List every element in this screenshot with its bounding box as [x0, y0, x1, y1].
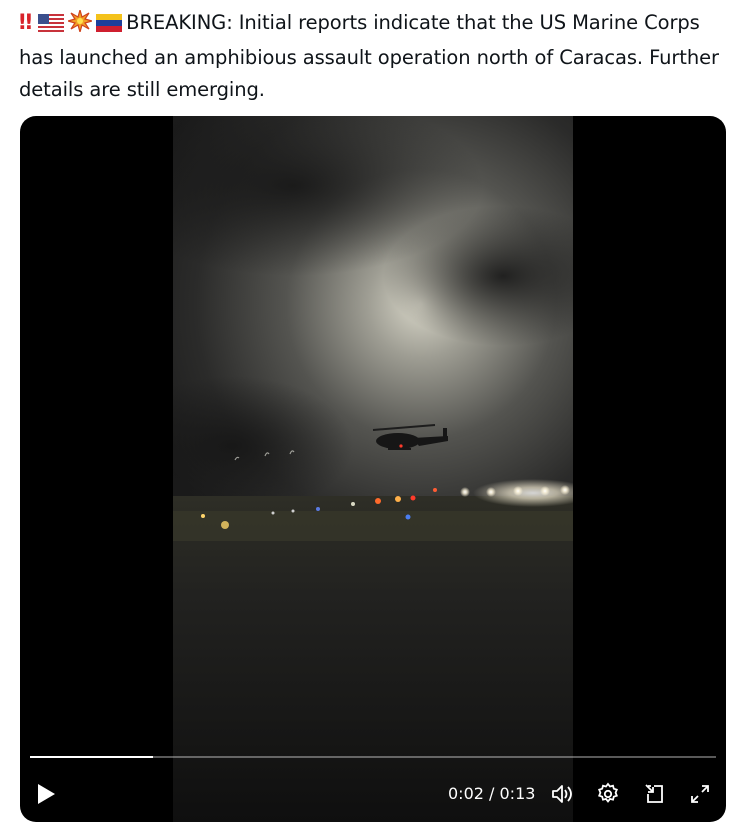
- time-separator: /: [483, 784, 500, 803]
- video-player[interactable]: 0:02 / 0:13: [20, 116, 726, 822]
- picture-in-picture-icon[interactable]: [643, 782, 667, 806]
- venezuela-flag-icon: [96, 10, 123, 42]
- video-still-image: [173, 116, 573, 822]
- time-display: 0:02 / 0:13: [448, 784, 535, 804]
- play-icon[interactable]: [34, 782, 58, 806]
- progress-bar[interactable]: [30, 756, 716, 758]
- duration: 0:13: [499, 784, 536, 803]
- post-body: BREAKING: Initial reports indicate that …: [19, 11, 719, 101]
- fullscreen-icon[interactable]: [688, 782, 712, 806]
- collision-icon: [65, 7, 95, 42]
- video-controls: 0:02 / 0:13: [20, 774, 726, 814]
- us-flag-icon: [38, 10, 65, 42]
- progress-fill: [30, 756, 154, 758]
- double-exclamation-icon: ‼: [19, 10, 32, 34]
- settings-icon[interactable]: [596, 782, 620, 806]
- video-frame[interactable]: [173, 116, 573, 822]
- current-time: 0:02: [448, 784, 484, 803]
- volume-icon[interactable]: [550, 782, 574, 806]
- post-text: ‼ BREAKING: Initial reports indicate tha…: [19, 6, 719, 106]
